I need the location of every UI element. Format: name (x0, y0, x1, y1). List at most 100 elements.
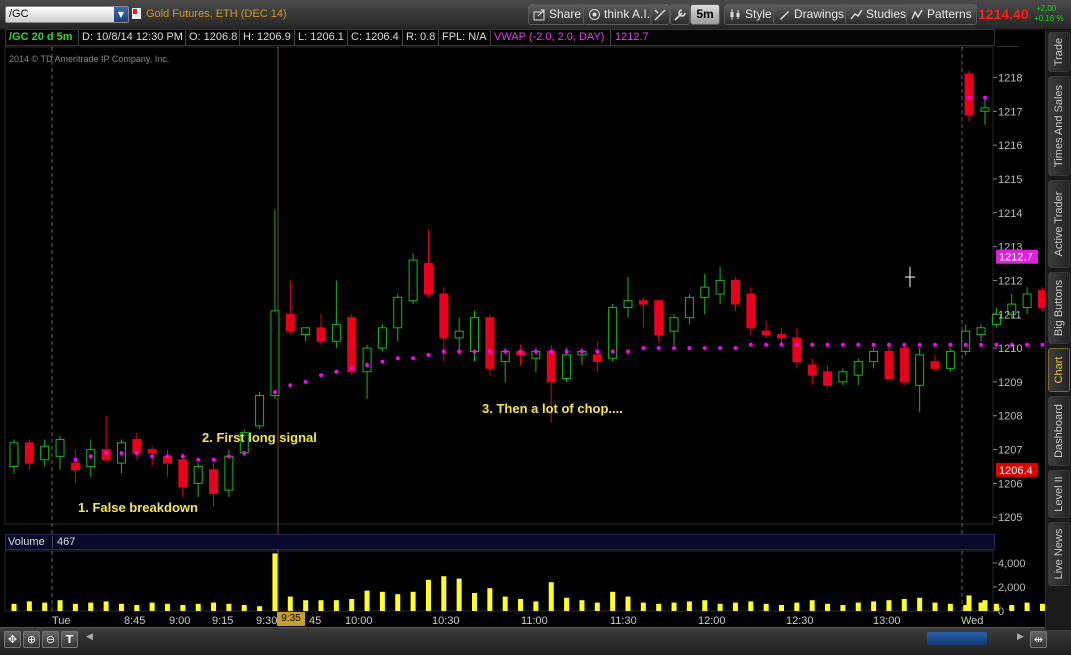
volume-bar (932, 602, 938, 611)
volume-bar (1024, 602, 1030, 611)
pan-button[interactable]: ✥ (4, 631, 21, 648)
volume-bar (88, 602, 94, 611)
vwap-point (702, 346, 707, 351)
candle-body (470, 317, 479, 352)
volume-header: Volume 467 (5, 534, 995, 550)
annotation-false-breakdown: 1. False breakdown (78, 500, 198, 515)
candle-body (147, 449, 157, 454)
symbol-description: Gold Futures, ETH (DEC 14) (146, 8, 287, 20)
wrench-icon (674, 9, 686, 21)
tab-big-buttons[interactable]: Big Buttons (1048, 272, 1070, 344)
volume-bar (625, 596, 631, 611)
vwap-point (73, 457, 78, 462)
candle-body (654, 300, 664, 336)
vwap-point (272, 390, 277, 395)
time-label: 8:45 (124, 615, 146, 627)
price-tick-label: 1214 (998, 208, 1022, 220)
vwap-point (948, 342, 953, 347)
scroll-left-icon[interactable]: ◀ (86, 632, 93, 642)
symbol-input[interactable]: /GC ▼ (5, 6, 129, 23)
vwap-study-value: 1212.7 (615, 31, 649, 43)
volume-bar (272, 553, 278, 611)
crosshair-tool-button[interactable] (650, 4, 670, 25)
zoom-out-button[interactable]: ⊖ (42, 631, 59, 648)
candle-body (24, 442, 34, 464)
tab-active-trader[interactable]: Active Trader (1048, 180, 1070, 268)
tab-level-ii[interactable]: Level II (1048, 470, 1070, 518)
tab-dashboard[interactable]: Dashboard (1048, 396, 1070, 466)
zoom-icon: ⊕ (26, 633, 37, 646)
tab-label: Times And Sales (1053, 84, 1065, 168)
volume-bar (472, 593, 477, 611)
volume-bar (441, 576, 447, 611)
vwap-point (119, 450, 124, 455)
vwap-point (963, 342, 968, 347)
vwap-point (764, 342, 769, 347)
volume-bar (855, 602, 861, 611)
flag-icon[interactable] (132, 8, 141, 19)
studies-button[interactable]: Studies (845, 4, 912, 25)
style-button[interactable]: Style (724, 4, 777, 25)
chart-bottom-bar: ✥ ⊕ ⊖ T ◀ ▶ ⇹ (0, 627, 1071, 655)
volume-bar (211, 602, 217, 611)
vwap-point (180, 454, 185, 459)
pan-icon: ✥ (7, 633, 18, 646)
crosshair-icon (654, 9, 666, 21)
price-tick-label: 1206 (998, 478, 1022, 490)
volume-label: Volume (8, 536, 45, 548)
think-ai-button[interactable]: think A.I. (583, 4, 656, 25)
vwap-point (503, 349, 508, 354)
text-tool-button[interactable]: T (61, 631, 78, 648)
expand-button[interactable]: ⇹ (1030, 631, 1047, 648)
candle-body (869, 350, 879, 363)
volume-bar (118, 603, 124, 611)
patterns-button[interactable]: Patterns (906, 4, 977, 25)
candle-body (915, 354, 925, 386)
timeframe-button[interactable]: 5m (690, 4, 720, 25)
vwap-point (288, 383, 293, 388)
tab-label: Active Trader (1053, 191, 1065, 257)
vwap-point (226, 454, 231, 459)
volume-tick-label: 4,000 (998, 558, 1026, 570)
vwap-point (319, 373, 323, 378)
bar-range: R: 0.8 (406, 31, 436, 43)
copyright-text: 2014 © TD Ameritrade IP Company, Inc. (9, 54, 170, 64)
vwap-point (104, 450, 109, 455)
patterns-label: Patterns (927, 7, 972, 21)
tab-trade[interactable]: Trade (1048, 32, 1070, 72)
tab-times-and-sales[interactable]: Times And Sales (1048, 76, 1070, 176)
toolbar: /GC ▼ Gold Futures, ETH (DEC 14) Share t… (0, 0, 1071, 30)
chart-period[interactable]: /GC 20 d 5m (9, 31, 73, 43)
tab-label: Level II (1053, 476, 1065, 512)
volume-bar (886, 600, 892, 611)
time-label: 9:00 (169, 615, 191, 627)
change-pct: +0.16 % (1034, 14, 1064, 23)
tab-chart[interactable]: Chart (1048, 348, 1070, 392)
vwap-point (718, 346, 723, 351)
scrollbar-thumb[interactable] (927, 632, 987, 645)
volume-bar (456, 578, 462, 611)
time-label: Wed (961, 615, 984, 627)
volume-bar (26, 601, 32, 611)
vwap-point (150, 454, 155, 459)
symbol-text: /GC (9, 8, 29, 20)
vwap-point (579, 349, 584, 354)
volume-bar (165, 603, 170, 611)
candle-body (439, 293, 449, 339)
chevron-down-icon[interactable]: ▼ (114, 7, 128, 22)
time-label: 13:00 (873, 615, 901, 627)
candle-body (777, 334, 786, 339)
candle-body (1022, 293, 1032, 308)
vwap-study-label[interactable]: VWAP (-2.0, 2.0, DAY) (494, 31, 604, 43)
volume-bar (564, 597, 570, 611)
price-tick-label: 1207 (998, 445, 1022, 457)
candle-body (684, 296, 694, 319)
vwap-point (533, 349, 538, 354)
time-label: 11:30 (610, 615, 637, 627)
share-button[interactable]: Share (528, 4, 587, 25)
zoom-in-button[interactable]: ⊕ (23, 631, 40, 648)
drawings-button[interactable]: Drawings (773, 4, 850, 25)
tab-live-news[interactable]: Live News (1048, 522, 1070, 586)
scroll-right-icon[interactable]: ▶ (1017, 632, 1024, 642)
settings-wrench-button[interactable] (670, 4, 690, 25)
